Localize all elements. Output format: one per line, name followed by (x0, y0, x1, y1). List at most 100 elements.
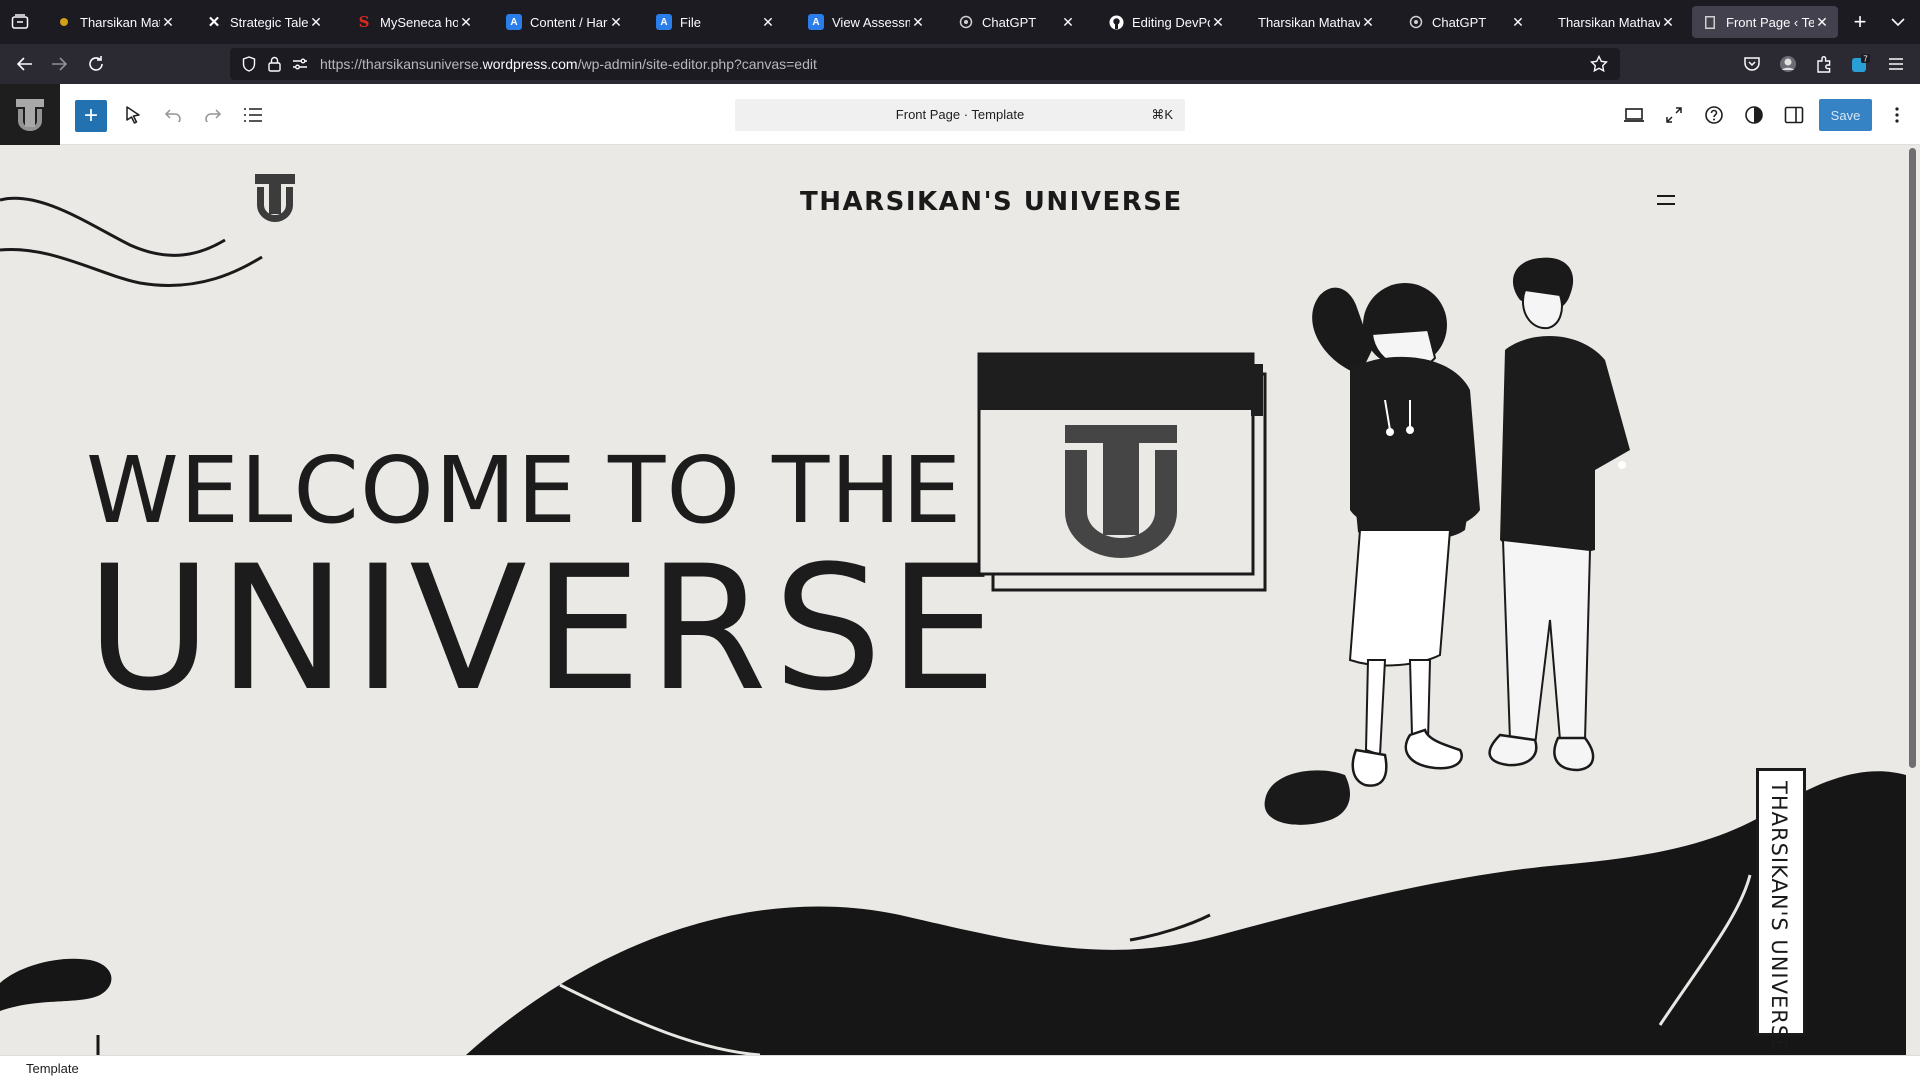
browser-tab[interactable]: A Content / Hardwa ✕ (496, 6, 632, 38)
browser-tab[interactable]: S MySeneca homep ✕ (346, 6, 482, 38)
editor-header: + Front Page · Template ⌘K Save (0, 84, 1920, 145)
a-logo-icon: A (506, 14, 522, 30)
browser-tab[interactable]: Tharsikan Mathav ✕ (46, 6, 184, 38)
tab-title: Strategic Talent A (230, 14, 308, 30)
tab-title: Content / Hardwa (530, 14, 608, 30)
browser-tab-strip: Tharsikan Mathav ✕ ✕ Strategic Talent A … (0, 0, 1920, 44)
a-logo-icon: A (656, 14, 672, 30)
command-center[interactable]: Front Page · Template ⌘K (735, 99, 1185, 131)
close-tab-icon[interactable]: ✕ (1660, 14, 1676, 30)
vertical-site-title-badge[interactable]: THARSIKAN'S UNIVERSE (1756, 768, 1806, 1053)
shield-icon[interactable] (242, 56, 256, 77)
browser-tab[interactable]: ChatGPT ✕ (1398, 6, 1534, 38)
tab-title: MySeneca homep (380, 14, 458, 30)
browser-tab-active[interactable]: Front Page ‹ Tem ✕ (1692, 6, 1838, 38)
undo-icon[interactable] (158, 100, 188, 130)
breadcrumb-template[interactable]: Template (26, 1061, 79, 1076)
editor-canvas[interactable]: THARSIKAN'S UNIVERSE WELCOME TO THE UNIV… (0, 145, 1906, 1055)
back-icon[interactable] (12, 52, 36, 76)
tab-title: Editing DevPortfo (1132, 14, 1210, 30)
block-breadcrumb-bar: Template (0, 1055, 1920, 1080)
hero-heading-line1[interactable]: WELCOME TO THE (86, 445, 962, 537)
lock-icon[interactable] (268, 56, 281, 77)
url-domain: wordpress.com (482, 56, 578, 72)
tab-title: Tharsikan Mathavan (1558, 14, 1660, 30)
chevron-down-icon[interactable] (1886, 10, 1910, 34)
redo-icon[interactable] (198, 100, 228, 130)
hamburger-menu-icon[interactable] (1884, 52, 1908, 76)
select-tool-icon[interactable] (118, 100, 148, 130)
tab-title: Front Page ‹ Tem (1726, 14, 1814, 30)
close-tab-icon[interactable]: ✕ (1510, 14, 1526, 30)
settings-sidebar-icon[interactable] (1779, 100, 1809, 130)
save-button[interactable]: Save (1819, 99, 1872, 131)
x-logo-icon: ✕ (207, 14, 221, 31)
browser-nav-bar: https://tharsikansuniverse.wordpress.com… (0, 44, 1920, 84)
close-tab-icon[interactable]: ✕ (1060, 14, 1076, 30)
tab-title: Tharsikan Mathavan (1258, 14, 1360, 30)
a-logo-icon: A (808, 14, 824, 30)
logo-card-image[interactable] (975, 350, 1275, 650)
site-permissions-icon[interactable] (292, 57, 308, 76)
url-path: /wp-admin/site-editor.php?canvas=edit (577, 56, 817, 72)
github-logo-icon (1108, 14, 1124, 30)
close-tab-icon[interactable]: ✕ (308, 14, 324, 30)
browser-tab[interactable]: Editing DevPortfo ✕ (1098, 6, 1234, 38)
close-tab-icon[interactable]: ✕ (910, 14, 926, 30)
close-tab-icon[interactable]: ✕ (760, 14, 776, 30)
tab-title: View Assessment (832, 14, 910, 30)
tab-title: Tharsikan Mathav (80, 14, 160, 30)
pocket-icon[interactable] (1740, 52, 1764, 76)
page-icon (1702, 14, 1718, 30)
new-tab-icon[interactable]: + (1848, 9, 1872, 34)
site-favicon-icon (56, 14, 72, 30)
tab-title: ChatGPT (982, 14, 1037, 30)
hero-heading-line2[interactable]: UNIVERSE (86, 543, 1003, 715)
browser-tab[interactable]: ChatGPT ✕ (948, 6, 1084, 38)
document-overview-icon[interactable] (238, 100, 268, 130)
options-menu-icon[interactable] (1882, 100, 1912, 130)
command-shortcut: ⌘K (1151, 107, 1173, 122)
canvas-scrollbar-thumb[interactable] (1909, 148, 1916, 768)
chatgpt-logo-icon (958, 14, 974, 30)
bookmark-star-icon[interactable] (1589, 54, 1609, 78)
browser-tab[interactable]: A File ✕ (646, 6, 784, 38)
close-tab-icon[interactable]: ✕ (608, 14, 624, 30)
browser-tab[interactable]: Tharsikan Mathavan ✕ (1548, 6, 1684, 38)
tab-title: ChatGPT (1432, 14, 1487, 30)
url-text[interactable]: https://tharsikansuniverse.wordpress.com… (320, 56, 817, 72)
extension-badge-count: 7 (1863, 55, 1868, 64)
extension-badge-icon[interactable]: 7 (1848, 52, 1872, 76)
block-inserter-button[interactable]: + (75, 100, 107, 132)
url-prefix: https://tharsikansuniverse. (320, 56, 483, 72)
tab-title: File (680, 14, 701, 30)
document-title: Front Page · Template (895, 107, 1025, 122)
styles-icon[interactable] (1739, 100, 1769, 130)
browser-tab[interactable]: A View Assessment ✕ (798, 6, 934, 38)
help-icon[interactable] (1699, 100, 1729, 130)
url-bar[interactable]: https://tharsikansuniverse.wordpress.com… (230, 48, 1620, 80)
device-preview-icon[interactable] (1619, 100, 1649, 130)
browser-tab[interactable]: Tharsikan Mathavan ✕ (1248, 6, 1384, 38)
forward-icon[interactable] (48, 52, 72, 76)
tab-list-icon[interactable] (6, 10, 34, 34)
people-illustration[interactable] (1260, 250, 1700, 890)
reload-icon[interactable] (84, 52, 108, 76)
account-avatar-icon[interactable] (1776, 52, 1800, 76)
seneca-logo-icon: S (358, 13, 370, 31)
close-tab-icon[interactable]: ✕ (1360, 14, 1376, 30)
chatgpt-logo-icon (1408, 14, 1424, 30)
zoom-out-icon[interactable] (1659, 100, 1689, 130)
close-tab-icon[interactable]: ✕ (1210, 14, 1226, 30)
extensions-icon[interactable] (1812, 52, 1836, 76)
browser-tab[interactable]: ✕ Strategic Talent A ✕ (196, 6, 332, 38)
close-tab-icon[interactable]: ✕ (1814, 14, 1830, 30)
site-icon-button[interactable] (0, 84, 60, 145)
navigation-menu-icon[interactable] (1656, 193, 1676, 207)
close-tab-icon[interactable]: ✕ (458, 14, 474, 30)
site-logo-icon (16, 98, 44, 131)
site-title[interactable]: THARSIKAN'S UNIVERSE (800, 187, 1183, 217)
close-tab-icon[interactable]: ✕ (160, 14, 176, 30)
vertical-site-title: THARSIKAN'S UNIVERSE (1767, 781, 1791, 1054)
site-logo (255, 174, 295, 222)
